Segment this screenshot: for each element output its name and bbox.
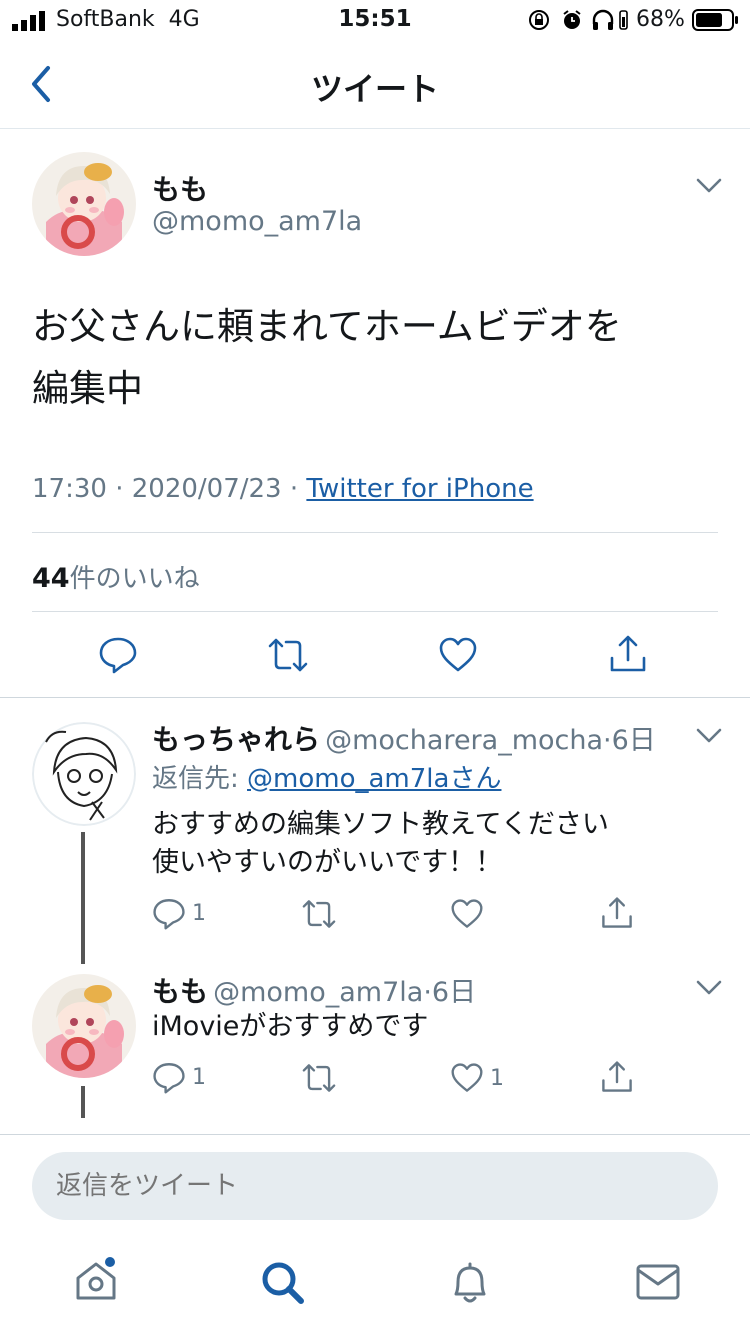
tweet-text: お父さんに頼まれてホームビデオを 編集中: [32, 302, 722, 414]
tab-home[interactable]: [72, 1256, 120, 1308]
reply-author-name[interactable]: もも: [152, 975, 208, 1008]
avatar-image: [32, 722, 136, 826]
chevron-down-icon[interactable]: [694, 976, 724, 1000]
retweet-icon: [268, 638, 308, 672]
reply-author-handle[interactable]: @momo_am7la: [213, 977, 423, 1008]
back-button[interactable]: [26, 64, 56, 104]
divider: [32, 532, 718, 533]
author-avatar[interactable]: [32, 152, 136, 256]
chevron-down-icon[interactable]: [694, 724, 724, 748]
reply-avatar[interactable]: [32, 974, 136, 1078]
tweet-meta: 17:30 · 2020/07/23 · Twitter for iPhone: [32, 474, 534, 504]
like-button[interactable]: [438, 636, 478, 674]
author-handle[interactable]: @momo_am7la: [152, 206, 362, 237]
tweet-time: 17:30: [32, 474, 107, 504]
reply-composer[interactable]: [32, 1152, 720, 1220]
nav-header: ツイート: [0, 40, 750, 129]
reply-text: iMovieがおすすめです: [152, 1008, 712, 1046]
tab-messages[interactable]: [634, 1262, 682, 1306]
reply-to-handle-link[interactable]: @momo_am7laさん: [247, 764, 501, 794]
likes-number: 44: [32, 563, 70, 594]
share-button[interactable]: [600, 896, 634, 930]
reply-icon: [153, 899, 185, 930]
home-icon: [76, 1257, 116, 1300]
reply-to: 返信先: @momo_am7laさん: [152, 758, 501, 795]
reply-age-value: 6日: [431, 977, 477, 1008]
tweet-date: 2020/07/23: [131, 474, 282, 504]
heart-icon: [451, 1063, 483, 1092]
share-button[interactable]: [600, 1060, 634, 1094]
reply-count: 1: [192, 1064, 206, 1090]
reply-age-value: 6日: [611, 725, 656, 756]
reply-count: 1: [192, 900, 206, 926]
reply-button[interactable]: [98, 634, 138, 674]
reply-header: もっちゃれら @mocharera_mocha·6日: [152, 718, 656, 758]
retweet-button[interactable]: [300, 898, 338, 930]
retweet-button[interactable]: [266, 636, 310, 674]
share-icon: [602, 897, 632, 928]
reply-author-name[interactable]: もっちゃれら: [152, 723, 320, 756]
reply-icon: [99, 637, 137, 674]
battery-percent: 68%: [636, 7, 685, 32]
reply-avatar[interactable]: [32, 722, 136, 826]
alarm-icon: [563, 10, 581, 29]
like-button[interactable]: 1: [450, 1062, 504, 1094]
avatar-image: [32, 152, 136, 256]
battery-icon: [692, 9, 738, 31]
thread-line: [81, 832, 85, 964]
author-name[interactable]: もも: [152, 168, 208, 208]
low-power-icon: [619, 10, 628, 30]
search-icon: [262, 1262, 304, 1304]
heart-icon: [439, 637, 477, 672]
divider: [0, 1134, 750, 1135]
reply-icon: [153, 1063, 185, 1094]
heart-icon: [451, 899, 483, 928]
bell-icon: [454, 1262, 486, 1303]
tab-search[interactable]: [258, 1258, 306, 1310]
tweet-text-line: 編集中: [32, 367, 143, 410]
reply-text-line: 使いやすいのがいいです！！: [152, 847, 503, 878]
tab-bar: [0, 1232, 750, 1334]
reply-age: ·6日: [423, 977, 477, 1008]
retweet-button[interactable]: [300, 1062, 338, 1094]
avatar-image: [32, 974, 136, 1078]
share-icon: [610, 635, 646, 672]
like-button[interactable]: [450, 898, 484, 930]
reply-header: もも @momo_am7la·6日: [152, 970, 476, 1010]
like-count: 1: [490, 1065, 504, 1091]
headphones-icon: [592, 9, 614, 30]
reply-text-line: おすすめの編集ソフト教えてください: [152, 809, 609, 840]
likes-label: 件のいいね: [69, 564, 200, 594]
orientation-lock-icon: [529, 10, 549, 30]
chevron-down-icon[interactable]: [694, 174, 724, 198]
divider: [0, 697, 750, 698]
reply-button[interactable]: 1: [152, 1060, 206, 1094]
reply-to-label: 返信先:: [152, 764, 239, 794]
tab-notifications[interactable]: [446, 1258, 494, 1310]
reply-text-line: iMovieがおすすめです: [152, 1011, 429, 1042]
share-button[interactable]: [608, 634, 648, 674]
likes-count[interactable]: 44件のいいね: [32, 558, 200, 595]
reply-input[interactable]: [32, 1152, 720, 1220]
page-title: ツイート: [310, 70, 439, 108]
reply-button[interactable]: 1: [152, 896, 206, 930]
share-icon: [602, 1061, 632, 1092]
divider: [32, 611, 718, 612]
retweet-icon: [302, 900, 336, 928]
status-bar: SoftBank 4G 15:51 68%: [0, 0, 750, 40]
tweet-source-link[interactable]: Twitter for iPhone: [306, 474, 533, 504]
retweet-icon: [302, 1064, 336, 1092]
mail-icon: [636, 1264, 680, 1300]
tweet-text-line: お父さんに頼まれてホームビデオを: [32, 305, 622, 348]
reply-author-handle[interactable]: @mocharera_mocha: [325, 725, 603, 756]
reply-age: ·6日: [603, 725, 656, 756]
reply-text: おすすめの編集ソフト教えてください 使いやすいのがいいです！！: [152, 806, 712, 882]
thread-line: [81, 1086, 85, 1118]
